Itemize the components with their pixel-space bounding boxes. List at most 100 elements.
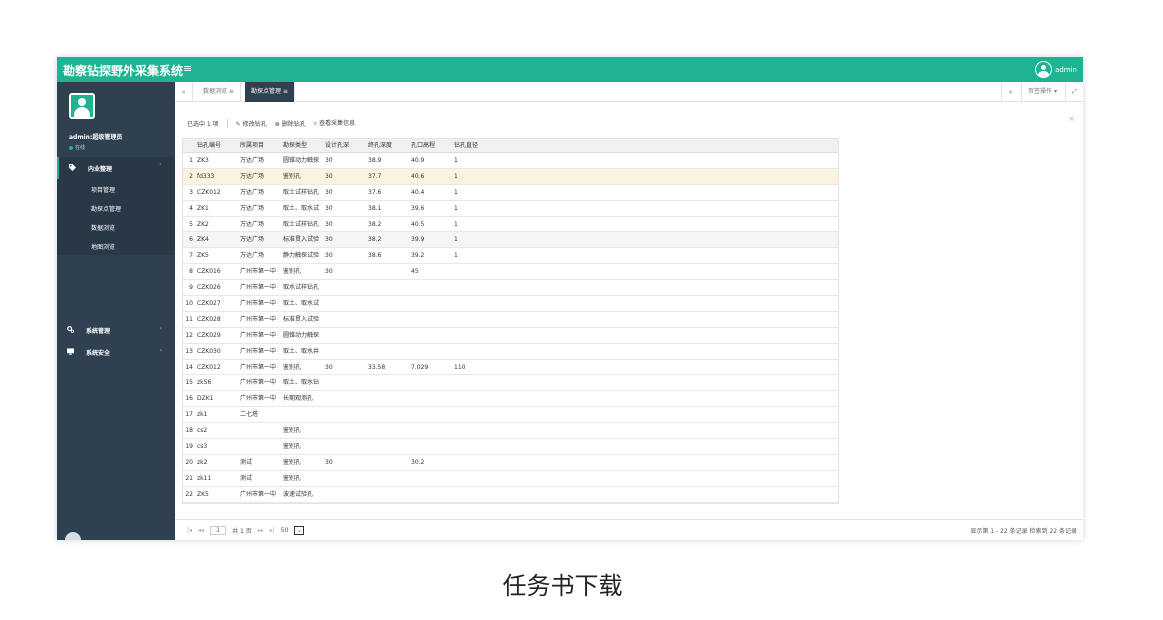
table-row[interactable]: 12 CZK029 广州市第一中 圆锥动力触探 bbox=[183, 328, 838, 344]
table-cell: 38.1 bbox=[368, 204, 382, 212]
sidebar-group-system-security[interactable]: 系统安全 ‹ bbox=[57, 341, 175, 363]
table-cell: 30 bbox=[325, 157, 333, 164]
avatar[interactable] bbox=[69, 93, 95, 119]
table-cell bbox=[368, 312, 411, 327]
table-row[interactable]: 8 CZK016 广州市第一中 鉴别孔 30 45 bbox=[183, 264, 838, 281]
prev-page-button[interactable]: ◂◂ bbox=[198, 527, 204, 534]
next-page-button[interactable]: ▸▸ bbox=[258, 527, 264, 534]
sidebar-item-data-browse[interactable]: 数据浏览 bbox=[57, 217, 175, 236]
table-cell bbox=[325, 296, 368, 311]
column-header[interactable]: 所属项目 bbox=[240, 139, 283, 152]
view-collection-button[interactable]: ⌕ 查看采集信息 bbox=[314, 118, 355, 128]
close-icon[interactable]: × bbox=[1068, 114, 1075, 123]
table-cell bbox=[411, 375, 454, 390]
table-cell: 取水试样钻孔 bbox=[283, 284, 320, 292]
download-caption[interactable]: 任务书下载 bbox=[0, 566, 1125, 601]
table-row[interactable]: 2 fd333 万达广场 鉴别孔 30 37.7 40.6 1 bbox=[183, 168, 838, 185]
user-menu[interactable]: admin bbox=[1035, 61, 1077, 78]
table-row[interactable]: 9 CZK026 广州市第一中 取水试样钻孔 bbox=[183, 280, 838, 297]
page-number-input[interactable]: 1 bbox=[210, 526, 227, 535]
table-row[interactable]: 7 ZK5 万达广场 静力触探试验 30 38.6 39.2 1 bbox=[183, 248, 838, 265]
table-cell: ZK2 bbox=[197, 220, 209, 228]
table-row[interactable]: 10 CZK027 广州市第一中 取土、取水试 bbox=[183, 296, 838, 312]
table-cell: CZK012 bbox=[197, 188, 221, 196]
table-row[interactable]: 17 zk1 二七塔 bbox=[183, 407, 838, 424]
table-cell: 鉴别孔 bbox=[283, 172, 302, 180]
table-cell: 取土、取水钻 bbox=[283, 379, 320, 387]
column-header[interactable]: 终孔深度 bbox=[368, 139, 411, 152]
table-cell: 波速试验孔 bbox=[283, 490, 314, 498]
sidebar-item-borehole[interactable]: 勘探点管理 bbox=[57, 198, 175, 217]
sidebar-user-name: admin:超级管理员 bbox=[69, 134, 123, 141]
table-cell: 测试 bbox=[240, 458, 253, 466]
table-cell: 1 bbox=[454, 220, 458, 228]
table-cell: 广州市第一中 bbox=[240, 490, 277, 498]
last-page-button[interactable]: ▸| bbox=[270, 527, 275, 534]
table-cell bbox=[325, 312, 368, 327]
page-ops-dropdown[interactable]: 页签操作 ▾ bbox=[1021, 82, 1063, 102]
table-cell: 45 bbox=[411, 268, 419, 276]
table-footer: |◂ ◂◂ 1 共 1 页 ▸▸ ▸| 50 ⌄ 显示第 1 - 22 条记录 … bbox=[175, 519, 1083, 540]
table-cell: 广州市第一中 bbox=[240, 284, 277, 292]
sidebar-group-neiye[interactable]: 内业整理 ˅ bbox=[57, 157, 175, 179]
table-cell bbox=[325, 344, 368, 359]
menu-toggle-icon[interactable]: ≡ bbox=[183, 62, 192, 75]
row-index: 13 bbox=[185, 347, 193, 355]
table-cell: 30.2 bbox=[411, 458, 425, 466]
row-index: 6 bbox=[189, 236, 193, 244]
table-row[interactable]: 3 CZK012 万达广场 取土试样钻孔 30 37.6 40.4 1 bbox=[183, 185, 838, 201]
table-cell: 33.58 bbox=[368, 363, 386, 371]
sidebar-item-project[interactable]: 项目管理 bbox=[57, 179, 175, 198]
table-cell: 标准贯入试验 bbox=[283, 315, 320, 323]
table-cell: 长期观测孔 bbox=[283, 395, 314, 403]
column-header[interactable]: 钻孔编号 bbox=[197, 139, 240, 152]
table-cell bbox=[325, 423, 368, 438]
table-row[interactable]: 18 cs2 鉴别孔 bbox=[183, 423, 838, 440]
column-header[interactable]: 孔口高程 bbox=[411, 139, 454, 152]
delete-borehole-button[interactable]: ⊗ 删除钻孔 bbox=[275, 119, 306, 128]
table-row[interactable]: 6 ZK4 万达广场 标准贯入试验 30 38.2 39.9 1 bbox=[183, 232, 838, 249]
table-cell bbox=[454, 312, 497, 327]
table-row[interactable]: 20 zk2 测试 鉴别孔 30 30.2 bbox=[183, 455, 838, 471]
table-row[interactable]: 15 zk56 广州市第一中 取土、取水钻 bbox=[183, 375, 838, 392]
table-cell: 30 bbox=[325, 363, 333, 371]
table-cell: 40.9 bbox=[411, 157, 425, 164]
table-row[interactable]: 19 cs3 鉴别孔 bbox=[183, 439, 838, 455]
table-cell bbox=[368, 423, 411, 438]
table-cell: 标准贯入试验 bbox=[283, 236, 320, 244]
table-cell: CZK030 bbox=[197, 347, 221, 355]
search-icon: ⌕ bbox=[313, 120, 318, 127]
table-row[interactable]: 1 ZK3 万达广场 圆锥动力触探 30 38.9 40.9 1 bbox=[183, 153, 838, 169]
column-header[interactable]: 钻孔直径 bbox=[454, 139, 497, 152]
page-size-value[interactable]: 50 bbox=[281, 527, 289, 534]
table-cell: 1 bbox=[454, 157, 458, 164]
tab-scroll-left-icon[interactable]: « bbox=[175, 82, 193, 102]
pagination: |◂ ◂◂ 1 共 1 页 ▸▸ ▸| 50 ⌄ bbox=[187, 526, 305, 535]
table-cell bbox=[454, 296, 497, 311]
table-row[interactable]: 21 zk11 测试 鉴别孔 bbox=[183, 471, 838, 487]
table-row[interactable]: 16 DZK1 广州市第一中 长期观测孔 bbox=[183, 391, 838, 408]
table-row[interactable]: 11 CZK028 广州市第一中 标准贯入试验 bbox=[183, 312, 838, 328]
sidebar-group-system-manage[interactable]: 系统管理 ‹ bbox=[57, 319, 175, 341]
table-row[interactable]: 14 CZK012 广州市第一中 鉴别孔 30 33.58 7.029 110 bbox=[183, 360, 838, 376]
page-size-select[interactable]: ⌄ bbox=[294, 526, 305, 535]
column-header[interactable]: 设计孔深 bbox=[325, 139, 368, 152]
table-cell: 30 bbox=[325, 188, 333, 196]
sidebar-item-map-browse[interactable]: 地图浏览 bbox=[57, 236, 175, 255]
page-total: 共 1 页 bbox=[232, 528, 252, 535]
fullscreen-icon[interactable]: ⤢ bbox=[1065, 82, 1083, 102]
table-cell: CZK029 bbox=[197, 331, 221, 339]
column-header[interactable]: 勘探类型 bbox=[283, 139, 325, 152]
table-row[interactable]: 13 CZK030 广州市第一中 取土、取水井 bbox=[183, 344, 838, 360]
table-cell bbox=[325, 407, 368, 422]
table-row[interactable]: 22 ZK5 广州市第一中 波速试验孔 bbox=[183, 487, 838, 503]
first-page-button[interactable]: |◂ bbox=[187, 527, 192, 534]
table-row[interactable]: 4 ZK1 万达广场 取土、取水试 30 38.1 39.6 1 bbox=[183, 201, 838, 217]
tab-scroll-right-icon[interactable]: » bbox=[1001, 82, 1019, 102]
tab-borehole-manage[interactable]: 勘探点管理 ≡ bbox=[245, 82, 295, 102]
table-cell: ZK4 bbox=[197, 236, 209, 244]
tab-data-browse[interactable]: 数据浏览 ≡ bbox=[197, 82, 241, 102]
table-row[interactable]: 5 ZK2 万达广场 取土试样钻孔 30 38.2 40.5 1 bbox=[183, 217, 838, 233]
edit-borehole-button[interactable]: ✎ 修改钻孔 bbox=[236, 119, 267, 128]
column-header-index[interactable] bbox=[183, 139, 197, 152]
